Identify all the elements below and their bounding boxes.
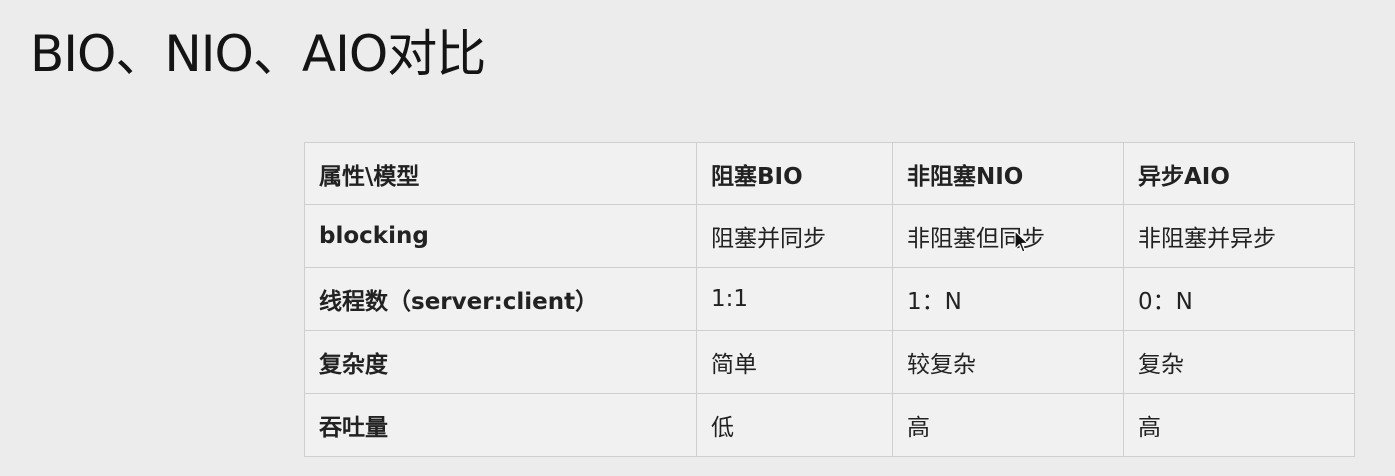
- table-row: 吞吐量 低 高 高: [304, 393, 1355, 457]
- row-label-throughput: 吞吐量: [304, 393, 697, 457]
- table-cell: 复杂: [1123, 330, 1355, 394]
- table-cell: 1:1: [696, 267, 893, 331]
- table-header-row: 属性\模型 阻塞BIO 非阻塞NIO 异步AIO: [304, 142, 1355, 205]
- header-cell-bio: 阻塞BIO: [696, 142, 893, 205]
- table-cell: 非阻塞并异步: [1123, 204, 1355, 268]
- table-cell: 较复杂: [892, 330, 1124, 394]
- comparison-table: 属性\模型 阻塞BIO 非阻塞NIO 异步AIO blocking 阻塞并同步 …: [304, 142, 1355, 457]
- table-cell: 简单: [696, 330, 893, 394]
- row-label-blocking: blocking: [304, 204, 697, 268]
- row-label-thread-count: 线程数（server:client）: [304, 267, 697, 331]
- table-cell: 1：N: [892, 267, 1124, 331]
- table-cell: 阻塞并同步: [696, 204, 893, 268]
- header-cell-nio: 非阻塞NIO: [892, 142, 1124, 205]
- table-cell: 0：N: [1123, 267, 1355, 331]
- mouse-pointer-icon: [1014, 230, 1029, 253]
- row-label-complexity: 复杂度: [304, 330, 697, 394]
- table-cell: 非阻塞但同步: [892, 204, 1124, 268]
- table-row: 线程数（server:client） 1:1 1：N 0：N: [304, 267, 1355, 331]
- header-cell-attribute-model: 属性\模型: [304, 142, 697, 205]
- table-cell: 低: [696, 393, 893, 457]
- table-cell: 高: [1123, 393, 1355, 457]
- table-row: blocking 阻塞并同步 非阻塞但同步 非阻塞并异步: [304, 204, 1355, 268]
- table-cell: 高: [892, 393, 1124, 457]
- header-cell-aio: 异步AIO: [1123, 142, 1355, 205]
- table-row: 复杂度 简单 较复杂 复杂: [304, 330, 1355, 394]
- slide-title: BIO、NIO、AIO对比: [30, 25, 486, 83]
